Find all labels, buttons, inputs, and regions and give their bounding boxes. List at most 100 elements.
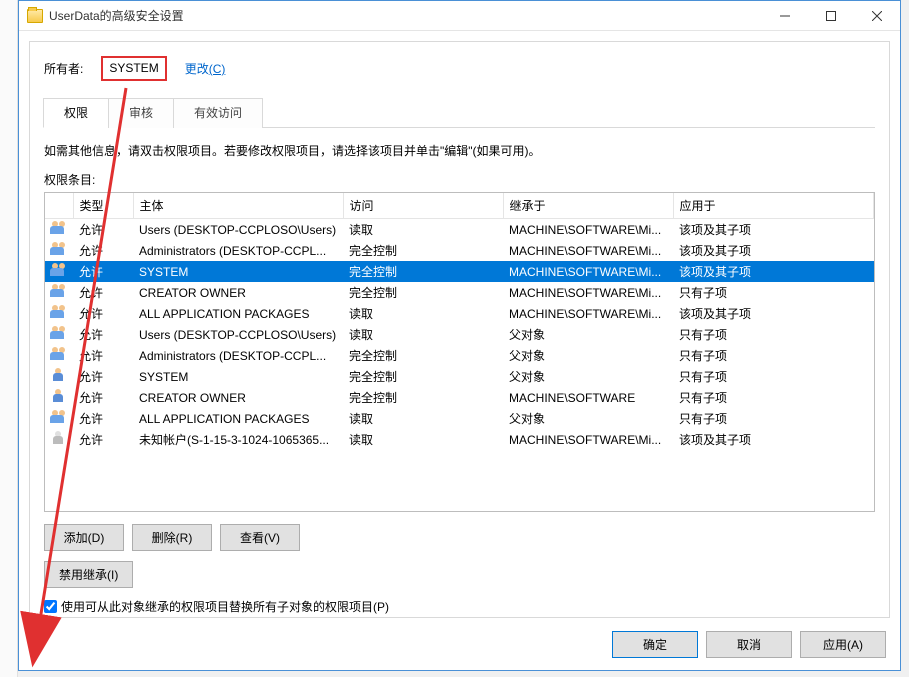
cell-type: 允许 (73, 387, 133, 408)
cell-inherited: MACHINE\SOFTWARE\Mi... (503, 261, 673, 282)
add-button[interactable]: 添加(D) (44, 524, 124, 551)
permission-row[interactable]: 允许Administrators (DESKTOP-CCPL...完全控制父对象… (45, 345, 874, 366)
cell-access: 读取 (343, 303, 503, 324)
grid-header-row: 类型主体访问继承于应用于 (45, 193, 874, 219)
dialog-footer: 确定 取消 应用(A) (612, 631, 886, 658)
cell-access: 读取 (343, 324, 503, 345)
security-dialog-window: UserData的高级安全设置 所有者: SYSTEM 更改(C) 权限审核有效… (18, 0, 901, 671)
replace-children-row: 使用可从此对象继承的权限项目替换所有子对象的权限项目(P) (44, 598, 875, 615)
apply-button[interactable]: 应用(A) (800, 631, 886, 658)
owner-value-highlight: SYSTEM (101, 56, 166, 81)
minimize-icon (780, 11, 790, 21)
column-header-4[interactable]: 继承于 (503, 193, 673, 219)
column-header-2[interactable]: 主体 (133, 193, 343, 219)
replace-children-label[interactable]: 使用可从此对象继承的权限项目替换所有子对象的权限项目(P) (61, 598, 389, 615)
users-group-icon (50, 242, 68, 256)
inherit-row: 禁用继承(I) (44, 561, 875, 588)
owner-value: SYSTEM (109, 61, 158, 75)
cell-type: 允许 (73, 324, 133, 345)
tab-2[interactable]: 有效访问 (173, 98, 263, 128)
column-header-1[interactable]: 类型 (73, 193, 133, 219)
cell-inherited: 父对象 (503, 324, 673, 345)
cell-principal: Administrators (DESKTOP-CCPL... (133, 345, 343, 366)
permission-row[interactable]: 允许未知帐户(S-1-15-3-1024-1065365...读取MACHINE… (45, 429, 874, 450)
cell-applies: 只有子项 (673, 366, 874, 387)
cell-applies: 该项及其子项 (673, 429, 874, 450)
cell-applies: 只有子项 (673, 387, 874, 408)
cell-applies: 只有子项 (673, 345, 874, 366)
cell-type: 允许 (73, 345, 133, 366)
permission-row[interactable]: 允许ALL APPLICATION PACKAGES读取父对象只有子项 (45, 408, 874, 429)
permission-row[interactable]: 允许Users (DESKTOP-CCPLOSO\Users)读取父对象只有子项 (45, 324, 874, 345)
cell-inherited: MACHINE\SOFTWARE (503, 387, 673, 408)
cell-principal: Administrators (DESKTOP-CCPL... (133, 240, 343, 261)
unknown-user-icon (50, 431, 68, 445)
cell-type: 允许 (73, 240, 133, 261)
cell-type: 允许 (73, 366, 133, 387)
cell-access: 完全控制 (343, 387, 503, 408)
folder-icon (27, 9, 43, 23)
column-header-5[interactable]: 应用于 (673, 193, 874, 219)
cell-principal: ALL APPLICATION PACKAGES (133, 408, 343, 429)
cell-access: 完全控制 (343, 282, 503, 303)
users-group-icon (50, 284, 68, 298)
view-button[interactable]: 查看(V) (220, 524, 300, 551)
cell-inherited: MACHINE\SOFTWARE\Mi... (503, 219, 673, 241)
users-group-icon (50, 263, 68, 277)
users-group-icon (50, 347, 68, 361)
permission-row[interactable]: 允许CREATOR OWNER完全控制MACHINE\SOFTWARE\Mi..… (45, 282, 874, 303)
cell-principal: Users (DESKTOP-CCPLOSO\Users) (133, 324, 343, 345)
cell-access: 完全控制 (343, 345, 503, 366)
cell-inherited: MACHINE\SOFTWARE\Mi... (503, 282, 673, 303)
cell-principal: Users (DESKTOP-CCPLOSO\Users) (133, 219, 343, 241)
window-title: UserData的高级安全设置 (49, 7, 762, 24)
grid-buttons: 添加(D) 删除(R) 查看(V) (44, 524, 875, 551)
maximize-icon (826, 11, 836, 21)
close-icon (872, 11, 882, 21)
minimize-button[interactable] (762, 1, 808, 30)
cancel-button[interactable]: 取消 (706, 631, 792, 658)
cell-type: 允许 (73, 429, 133, 450)
users-group-icon (50, 221, 68, 235)
editor-gutter (0, 0, 18, 677)
permissions-label: 权限条目: (44, 171, 875, 188)
cell-access: 完全控制 (343, 261, 503, 282)
titlebar[interactable]: UserData的高级安全设置 (19, 1, 900, 31)
ok-button[interactable]: 确定 (612, 631, 698, 658)
cell-principal: CREATOR OWNER (133, 387, 343, 408)
permission-row[interactable]: 允许SYSTEM完全控制MACHINE\SOFTWARE\Mi...该项及其子项 (45, 261, 874, 282)
users-group-icon (50, 305, 68, 319)
tab-0[interactable]: 权限 (43, 98, 109, 128)
cell-principal: SYSTEM (133, 366, 343, 387)
cell-applies: 只有子项 (673, 324, 874, 345)
cell-applies: 该项及其子项 (673, 219, 874, 241)
permission-row[interactable]: 允许Users (DESKTOP-CCPLOSO\Users)读取MACHINE… (45, 219, 874, 241)
column-header-3[interactable]: 访问 (343, 193, 503, 219)
cell-applies: 只有子项 (673, 408, 874, 429)
cell-type: 允许 (73, 261, 133, 282)
permission-row[interactable]: 允许ALL APPLICATION PACKAGES读取MACHINE\SOFT… (45, 303, 874, 324)
cell-inherited: 父对象 (503, 345, 673, 366)
permissions-grid[interactable]: 类型主体访问继承于应用于 允许Users (DESKTOP-CCPLOSO\Us… (44, 192, 875, 512)
window-controls (762, 1, 900, 30)
cell-applies: 只有子项 (673, 282, 874, 303)
cell-access: 读取 (343, 429, 503, 450)
change-owner-link[interactable]: 更改(C) (185, 60, 226, 77)
column-header-0[interactable] (45, 193, 73, 219)
cell-access: 完全控制 (343, 366, 503, 387)
users-group-icon (50, 326, 68, 340)
maximize-button[interactable] (808, 1, 854, 30)
permission-row[interactable]: 允许Administrators (DESKTOP-CCPL...完全控制MAC… (45, 240, 874, 261)
cell-type: 允许 (73, 219, 133, 241)
cell-applies: 该项及其子项 (673, 240, 874, 261)
permission-row[interactable]: 允许SYSTEM完全控制父对象只有子项 (45, 366, 874, 387)
tab-1[interactable]: 审核 (108, 98, 174, 128)
remove-button[interactable]: 删除(R) (132, 524, 212, 551)
replace-children-checkbox[interactable] (44, 600, 57, 613)
permission-row[interactable]: 允许CREATOR OWNER完全控制MACHINE\SOFTWARE只有子项 (45, 387, 874, 408)
close-button[interactable] (854, 1, 900, 30)
cell-principal: 未知帐户(S-1-15-3-1024-1065365... (133, 429, 343, 450)
cell-type: 允许 (73, 282, 133, 303)
owner-label: 所有者: (44, 60, 83, 77)
disable-inheritance-button[interactable]: 禁用继承(I) (44, 561, 133, 588)
